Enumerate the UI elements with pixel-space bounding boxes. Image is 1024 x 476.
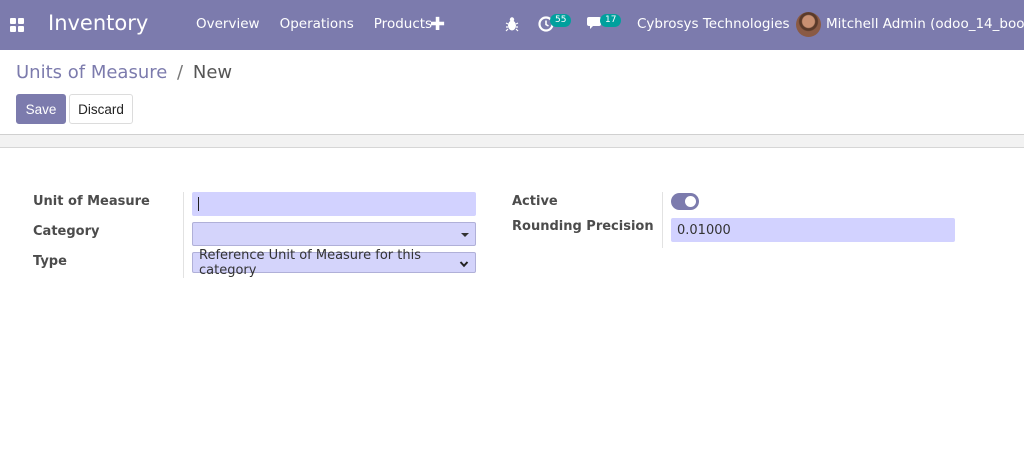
active-label: Active: [512, 194, 558, 209]
breadcrumb-current: New: [192, 62, 233, 83]
avatar[interactable]: [796, 12, 821, 37]
apps-grid-icon[interactable]: [10, 18, 24, 32]
caret-down-icon: [461, 233, 469, 237]
bug-icon[interactable]: [505, 16, 519, 32]
company-switcher[interactable]: Cybrosys Technologies: [637, 16, 790, 32]
top-navbar: Inventory Overview Operations Products ✚…: [0, 0, 1024, 50]
breadcrumb-parent[interactable]: Units of Measure: [16, 62, 167, 83]
type-label: Type: [33, 254, 67, 269]
user-menu[interactable]: Mitchell Admin (odoo_14_book): [826, 16, 1024, 32]
chevron-down-icon: [459, 261, 469, 268]
rounding-precision-value: 0.01000: [677, 222, 731, 238]
breadcrumb-separator: /: [177, 62, 184, 83]
text-cursor: [198, 197, 199, 211]
message-count-badge: 17: [600, 14, 622, 27]
type-value: Reference Unit of Measure for this categ…: [199, 247, 421, 278]
active-toggle[interactable]: [671, 193, 699, 210]
unit-of-measure-input[interactable]: [192, 192, 476, 216]
menu-item-operations[interactable]: Operations: [280, 16, 354, 32]
menu-item-overview[interactable]: Overview: [196, 16, 260, 32]
right-column-separator: [662, 192, 663, 248]
unit-of-measure-label: Unit of Measure: [33, 194, 150, 209]
main-menu: Overview Operations Products: [196, 16, 432, 32]
toggle-knob: [685, 196, 696, 207]
menu-item-products[interactable]: Products: [374, 16, 432, 32]
plus-icon[interactable]: ✚: [430, 14, 445, 35]
app-name[interactable]: Inventory: [48, 11, 148, 35]
activity-count-badge: 55: [550, 14, 572, 27]
category-select[interactable]: [192, 222, 476, 246]
save-button[interactable]: Save: [16, 94, 66, 124]
category-label: Category: [33, 224, 100, 239]
type-select[interactable]: Reference Unit of Measure for this categ…: [192, 248, 476, 278]
left-column-separator: [183, 192, 184, 278]
breadcrumb: Units of Measure / New: [16, 62, 232, 83]
rounding-precision-label: Rounding Precision: [512, 219, 654, 234]
rounding-precision-input[interactable]: 0.01000: [671, 218, 955, 242]
discard-button[interactable]: Discard: [69, 94, 133, 124]
control-panel-divider: [0, 134, 1024, 148]
